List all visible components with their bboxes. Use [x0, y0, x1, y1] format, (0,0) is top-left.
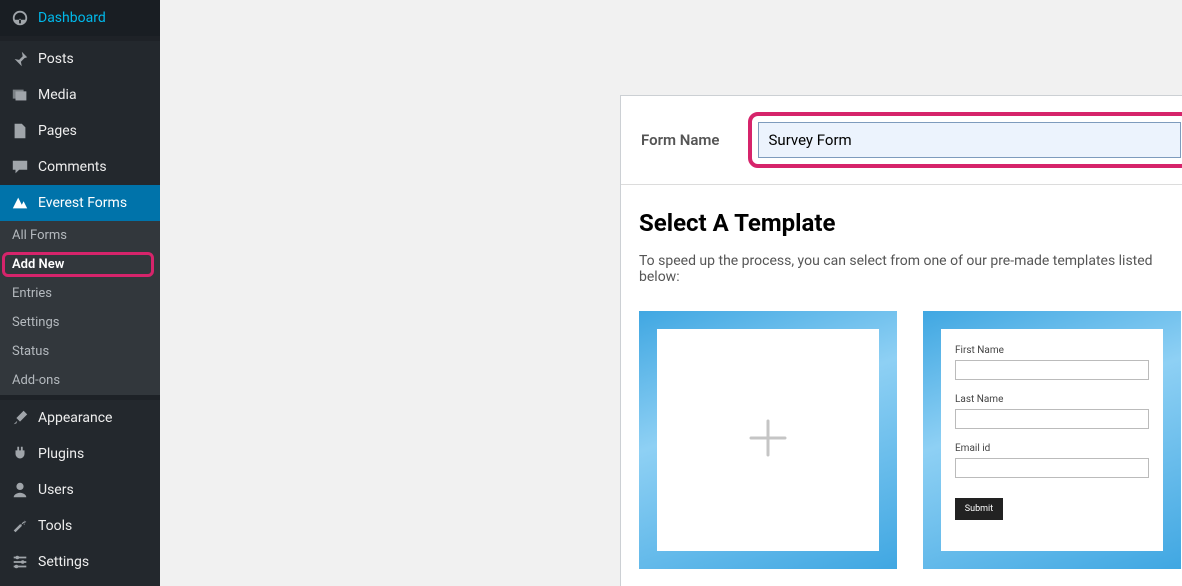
sidebar-submenu-everest: All Forms Add New Entries Settings Statu…: [0, 221, 160, 395]
select-template-description: To speed up the process, you can select …: [639, 253, 1181, 285]
wrench-icon: [10, 516, 30, 536]
plug-icon: [10, 444, 30, 464]
plus-icon: [743, 413, 793, 467]
sidebar-item-label: Posts: [38, 51, 74, 67]
sidebar-item-everest-forms[interactable]: Everest Forms: [0, 185, 160, 221]
sidebar-subitem-entries[interactable]: Entries: [0, 279, 160, 308]
form-name-highlight: [758, 122, 1181, 158]
admin-sidebar: Dashboard Posts Media Pages Comments Eve…: [0, 0, 160, 586]
sidebar-item-label: Settings: [38, 554, 89, 570]
sidebar-item-label: Appearance: [38, 410, 112, 426]
sidebar-item-plugins[interactable]: Plugins: [0, 436, 160, 472]
template-submit-button: Submit: [955, 498, 1003, 520]
template-contact[interactable]: First Name Last Name Email id Submit: [923, 311, 1181, 569]
sidebar-item-settings[interactable]: Settings: [0, 544, 160, 580]
sidebar-item-label: Dashboard: [38, 10, 106, 26]
template-field-input: [955, 409, 1149, 429]
user-icon: [10, 480, 30, 500]
everest-forms-icon: [10, 193, 30, 213]
sliders-icon: [10, 552, 30, 572]
sidebar-item-label: Everest Forms: [38, 195, 127, 211]
template-field-label: Email id: [955, 443, 1149, 454]
sidebar-item-label: Plugins: [38, 446, 84, 462]
sidebar-item-label: Comments: [38, 159, 107, 175]
template-field-label: Last Name: [955, 394, 1149, 405]
page-icon: [10, 121, 30, 141]
sidebar-item-appearance[interactable]: Appearance: [0, 400, 160, 436]
brush-icon: [10, 408, 30, 428]
sidebar-item-posts[interactable]: Posts: [0, 41, 160, 77]
form-name-input[interactable]: [758, 122, 1181, 158]
comment-icon: [10, 157, 30, 177]
dashboard-icon: [10, 8, 30, 28]
form-name-label: Form Name: [641, 131, 720, 149]
sidebar-item-users[interactable]: Users: [0, 472, 160, 508]
template-field-label: First Name: [955, 345, 1149, 356]
sidebar-item-comments[interactable]: Comments: [0, 149, 160, 185]
sidebar-subitem-all-forms[interactable]: All Forms: [0, 221, 160, 250]
sidebar-subitem-add-ons[interactable]: Add-ons: [0, 366, 160, 395]
sidebar-item-label: Tools: [38, 518, 72, 534]
sidebar-item-label: Pages: [38, 123, 77, 139]
template-list: First Name Last Name Email id Submit: [639, 311, 1181, 569]
sidebar-item-label: Media: [38, 87, 77, 103]
pin-icon: [10, 49, 30, 69]
form-name-row: Form Name: [621, 96, 1182, 185]
sidebar-item-tools[interactable]: Tools: [0, 508, 160, 544]
media-icon: [10, 85, 30, 105]
main-content: Form Name Select A Template To speed up …: [160, 0, 1182, 586]
select-template-heading: Select A Template: [639, 209, 1181, 237]
template-field-input: [955, 360, 1149, 380]
sidebar-item-media[interactable]: Media: [0, 77, 160, 113]
sidebar-subitem-status[interactable]: Status: [0, 337, 160, 366]
template-blank[interactable]: [639, 311, 897, 569]
template-field-input: [955, 458, 1149, 478]
sidebar-subitem-settings[interactable]: Settings: [0, 308, 160, 337]
sidebar-item-pages[interactable]: Pages: [0, 113, 160, 149]
sidebar-item-dashboard[interactable]: Dashboard: [0, 0, 160, 36]
sidebar-subitem-add-new[interactable]: Add New: [0, 250, 160, 279]
new-form-card: Form Name Select A Template To speed up …: [620, 95, 1182, 586]
sidebar-item-label: Users: [38, 482, 74, 498]
